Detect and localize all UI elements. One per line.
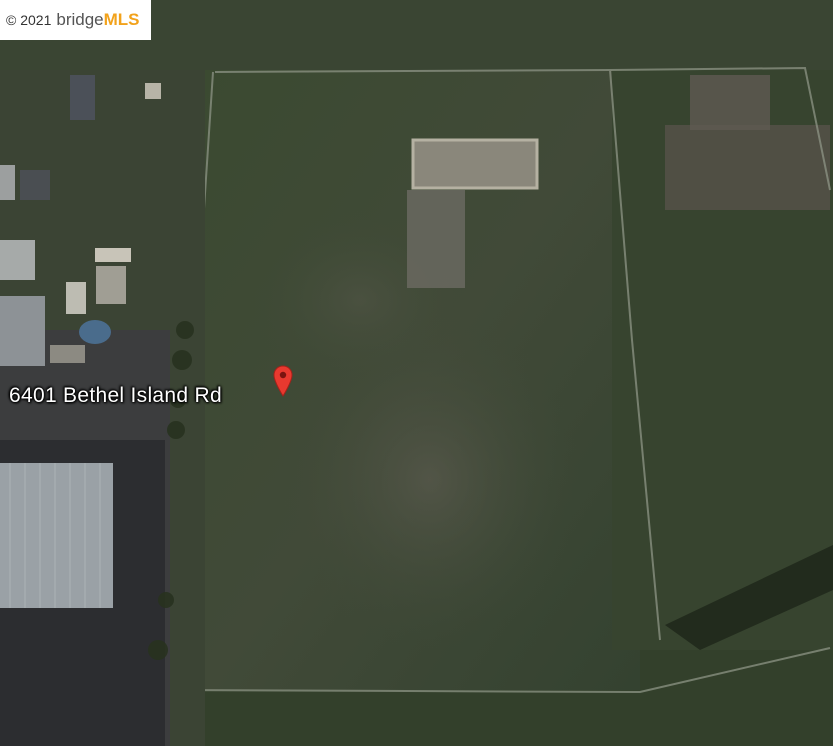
small-structure <box>66 282 86 314</box>
building-roof <box>0 296 45 366</box>
brand-suffix: MLS <box>103 10 140 29</box>
warehouse-roof <box>0 463 113 608</box>
brand-name: bridge <box>56 10 104 29</box>
trailer <box>70 75 95 120</box>
map-pin-icon[interactable] <box>273 365 293 397</box>
small-structure <box>95 248 131 262</box>
east-structures <box>690 75 770 130</box>
concrete-pad <box>407 190 465 288</box>
building-roof <box>0 240 35 280</box>
mls-watermark: © 2021 bridge MLS <box>0 0 151 40</box>
east-yard <box>665 125 830 210</box>
shed-roof <box>96 266 126 304</box>
satellite-map[interactable] <box>0 0 833 746</box>
building-roof <box>0 165 15 200</box>
copyright-text: © 2021 <box>6 12 52 28</box>
small-structure <box>145 83 161 99</box>
vehicle <box>20 170 50 200</box>
concrete-slab <box>411 138 539 190</box>
debris <box>50 345 85 363</box>
round-pool <box>79 320 111 344</box>
address-label: 6401 Bethel Island Rd <box>9 384 222 407</box>
